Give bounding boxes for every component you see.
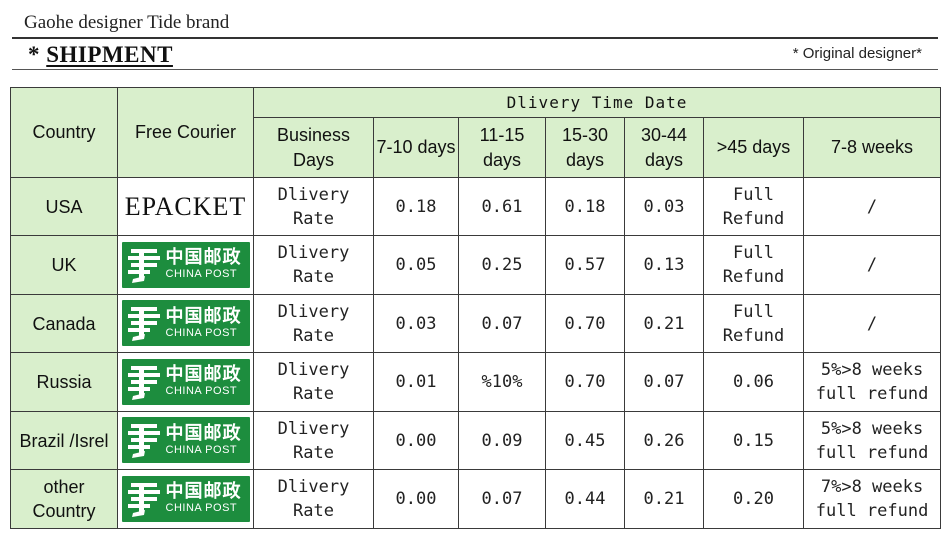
value-cell: 5%>8 weeks full refund xyxy=(802,352,942,412)
value-cell: 0.45 xyxy=(545,410,625,471)
original-designer-note: * Original designer* xyxy=(792,45,922,62)
value-cell: 0.03 xyxy=(373,293,459,354)
china-post-cn-text: 中国邮政 xyxy=(165,481,242,503)
value-cell: 0.13 xyxy=(624,235,704,295)
courier-cell: EPACKET xyxy=(117,176,254,237)
value-cell: %10% xyxy=(458,352,546,412)
value-cell: 0.25 xyxy=(458,235,546,295)
china-post-logo-icon xyxy=(127,304,161,342)
table-row: UK 中国邮政 CHINA POST Dlivery Rate 0.05 0.25 0.57… xyxy=(10,235,942,295)
shipment-table: Country Free Courier Dlivery Time Date B… xyxy=(10,86,942,529)
china-post-cn-text: 中国邮政 xyxy=(165,305,242,327)
title-text: SHIPMENT xyxy=(46,42,173,67)
value-cell: 0.70 xyxy=(545,293,625,354)
header-delivery-time-date: Dlivery Time Date xyxy=(252,86,942,119)
courier-cell: 中国邮政 CHINA POST xyxy=(117,235,254,295)
table-row: Brazil /Isrel 中国邮政 CHINA POST Dlivery Rate 0… xyxy=(10,410,942,471)
value-cell: Full Refund xyxy=(703,235,804,295)
top-divider xyxy=(12,37,938,39)
delivery-rate-cell: Dlivery Rate xyxy=(253,293,374,354)
china-post-logo: 中国邮政 CHINA POST xyxy=(121,241,250,288)
header-country: Country xyxy=(10,87,118,178)
table-row: Russia 中国邮政 CHINA POST Dlivery Rate 0.01 %10%… xyxy=(10,352,942,412)
subheader-cell: 30-44 days xyxy=(624,117,704,178)
value-cell: Full Refund xyxy=(703,176,804,237)
value-cell: 0.21 xyxy=(624,469,704,529)
country-cell: Canada xyxy=(10,293,118,354)
value-cell: 0.57 xyxy=(545,235,625,295)
china-post-en-text: CHINA POST xyxy=(165,443,238,456)
country-cell: UK xyxy=(10,235,118,295)
subheader-cell: 7-10 days xyxy=(373,117,459,178)
delivery-rate-cell: Dlivery Rate xyxy=(253,469,374,529)
subheader-cell: >45 days xyxy=(703,117,804,178)
value-cell: Full Refund xyxy=(703,293,804,354)
china-post-logo: 中国邮政 CHINA POST xyxy=(121,300,250,347)
value-cell: 0.18 xyxy=(545,176,625,237)
epacket-logo-text: EPACKET xyxy=(124,191,247,221)
delivery-rate-cell: Dlivery Rate xyxy=(253,176,374,237)
country-cell: other Country xyxy=(10,469,118,529)
subheader-cell: 7-8 weeks xyxy=(802,117,942,178)
value-cell: 0.07 xyxy=(458,469,546,529)
value-cell: 0.18 xyxy=(373,176,459,237)
table-row: Canada 中国邮政 CHINA POST Dlivery Rate 0.03 0.07… xyxy=(10,293,942,354)
country-cell: Brazil /Isrel xyxy=(10,410,118,471)
subheader-cell: 11-15 days xyxy=(458,117,546,178)
value-cell: / xyxy=(802,293,942,354)
value-cell: 0.15 xyxy=(703,410,804,471)
table-row: other Country 中国邮政 CHINA POST Dlivery Rate 0… xyxy=(10,469,942,529)
title-divider xyxy=(12,69,938,70)
country-cell: Russia xyxy=(10,352,118,412)
china-post-cn-text: 中国邮政 xyxy=(165,247,242,269)
courier-cell: 中国邮政 CHINA POST xyxy=(117,410,254,471)
value-cell: 0.20 xyxy=(703,469,804,529)
value-cell: 0.07 xyxy=(458,293,546,354)
value-cell: 0.01 xyxy=(373,352,459,412)
page-title: * SHIPMENT xyxy=(28,42,173,68)
brand-text: Gaohe designer Tide brand xyxy=(24,12,230,33)
value-cell: 0.03 xyxy=(624,176,704,237)
china-post-en-text: CHINA POST xyxy=(165,268,238,281)
value-cell: 0.07 xyxy=(624,352,704,412)
value-cell: 0.21 xyxy=(624,293,704,354)
courier-cell: 中国邮政 CHINA POST xyxy=(117,469,254,529)
china-post-en-text: CHINA POST xyxy=(165,326,238,339)
subheader-cell: 15-30 days xyxy=(545,117,625,178)
delivery-rate-cell: Dlivery Rate xyxy=(253,352,374,412)
china-post-logo-icon xyxy=(127,246,161,284)
country-cell: USA xyxy=(10,176,118,237)
china-post-en-text: CHINA POST xyxy=(165,502,238,515)
subheader-cell: Business Days xyxy=(253,117,374,178)
value-cell: 0.06 xyxy=(703,352,804,412)
value-cell: 0.61 xyxy=(458,176,546,237)
value-cell: 7%>8 weeks full refund xyxy=(802,469,942,529)
value-cell: 0.00 xyxy=(373,410,459,471)
delivery-rate-cell: Dlivery Rate xyxy=(253,235,374,295)
value-cell: 0.00 xyxy=(373,469,459,529)
value-cell: 5%>8 weeks full refund xyxy=(802,410,942,471)
china-post-logo: 中国邮政 CHINA POST xyxy=(121,475,250,522)
table-row: USA EPACKET Dlivery Rate 0.18 0.61 0.18 0.03 Fu… xyxy=(10,176,942,237)
value-cell: 0.09 xyxy=(458,410,546,471)
china-post-logo-icon xyxy=(127,421,161,459)
title-asterisk: * xyxy=(28,42,40,67)
china-post-logo-icon xyxy=(127,480,161,518)
value-cell: 0.26 xyxy=(624,410,704,471)
value-cell: 0.44 xyxy=(545,469,625,529)
china-post-logo: 中国邮政 CHINA POST xyxy=(121,358,250,405)
delivery-rate-cell: Dlivery Rate xyxy=(253,410,374,471)
china-post-cn-text: 中国邮政 xyxy=(165,364,242,386)
china-post-logo-icon xyxy=(127,363,161,401)
china-post-logo: 中国邮政 CHINA POST xyxy=(121,417,250,464)
value-cell: 0.70 xyxy=(545,352,625,412)
china-post-cn-text: 中国邮政 xyxy=(165,422,242,444)
courier-cell: 中国邮政 CHINA POST xyxy=(117,352,254,412)
value-cell: / xyxy=(802,176,942,237)
courier-cell: 中国邮政 CHINA POST xyxy=(117,293,254,354)
value-cell: / xyxy=(802,235,942,295)
value-cell: 0.05 xyxy=(373,235,459,295)
china-post-en-text: CHINA POST xyxy=(165,385,238,398)
header-free-courier: Free Courier xyxy=(117,87,254,178)
